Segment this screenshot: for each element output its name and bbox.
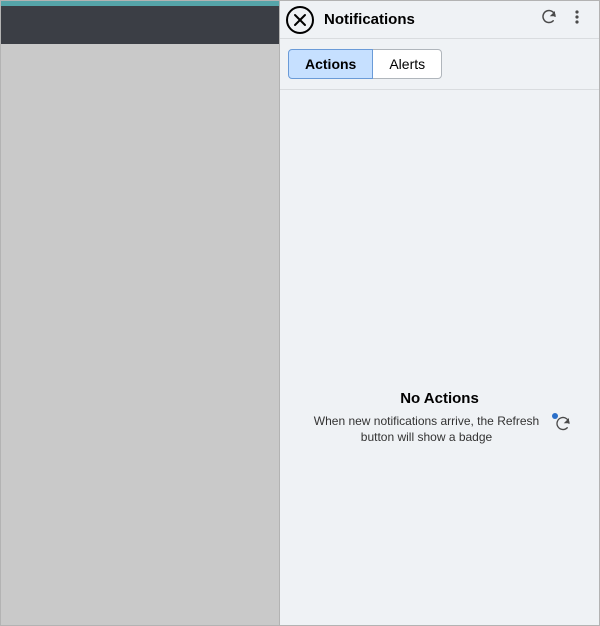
app-viewport: Notifications [0, 0, 600, 626]
kebab-menu-icon [569, 9, 585, 30]
panel-title: Notifications [324, 11, 535, 28]
tab-alerts[interactable]: Alerts [372, 49, 442, 79]
panel-header: Notifications [280, 1, 599, 39]
left-background-pane [1, 1, 279, 625]
top-bar [1, 6, 279, 44]
more-options-button[interactable] [563, 6, 591, 34]
close-icon [293, 13, 307, 27]
tab-label: Actions [305, 56, 356, 72]
panel-content: No Actions When new notifications arrive… [280, 90, 599, 625]
close-button[interactable] [286, 6, 314, 34]
empty-state-row: When new notifications arrive, the Refre… [294, 413, 585, 445]
refresh-icon [540, 8, 558, 31]
refresh-badge-illustration [553, 415, 573, 435]
tab-row: Actions Alerts [280, 39, 599, 90]
tab-actions[interactable]: Actions [288, 49, 373, 79]
refresh-icon [554, 420, 572, 437]
refresh-button[interactable] [535, 6, 563, 34]
empty-state-title: No Actions [294, 390, 585, 407]
empty-state: No Actions When new notifications arrive… [280, 390, 599, 445]
badge-dot [552, 413, 558, 419]
tab-label: Alerts [389, 56, 425, 72]
empty-state-description: When new notifications arrive, the Refre… [307, 413, 547, 445]
notifications-panel: Notifications [279, 1, 599, 625]
